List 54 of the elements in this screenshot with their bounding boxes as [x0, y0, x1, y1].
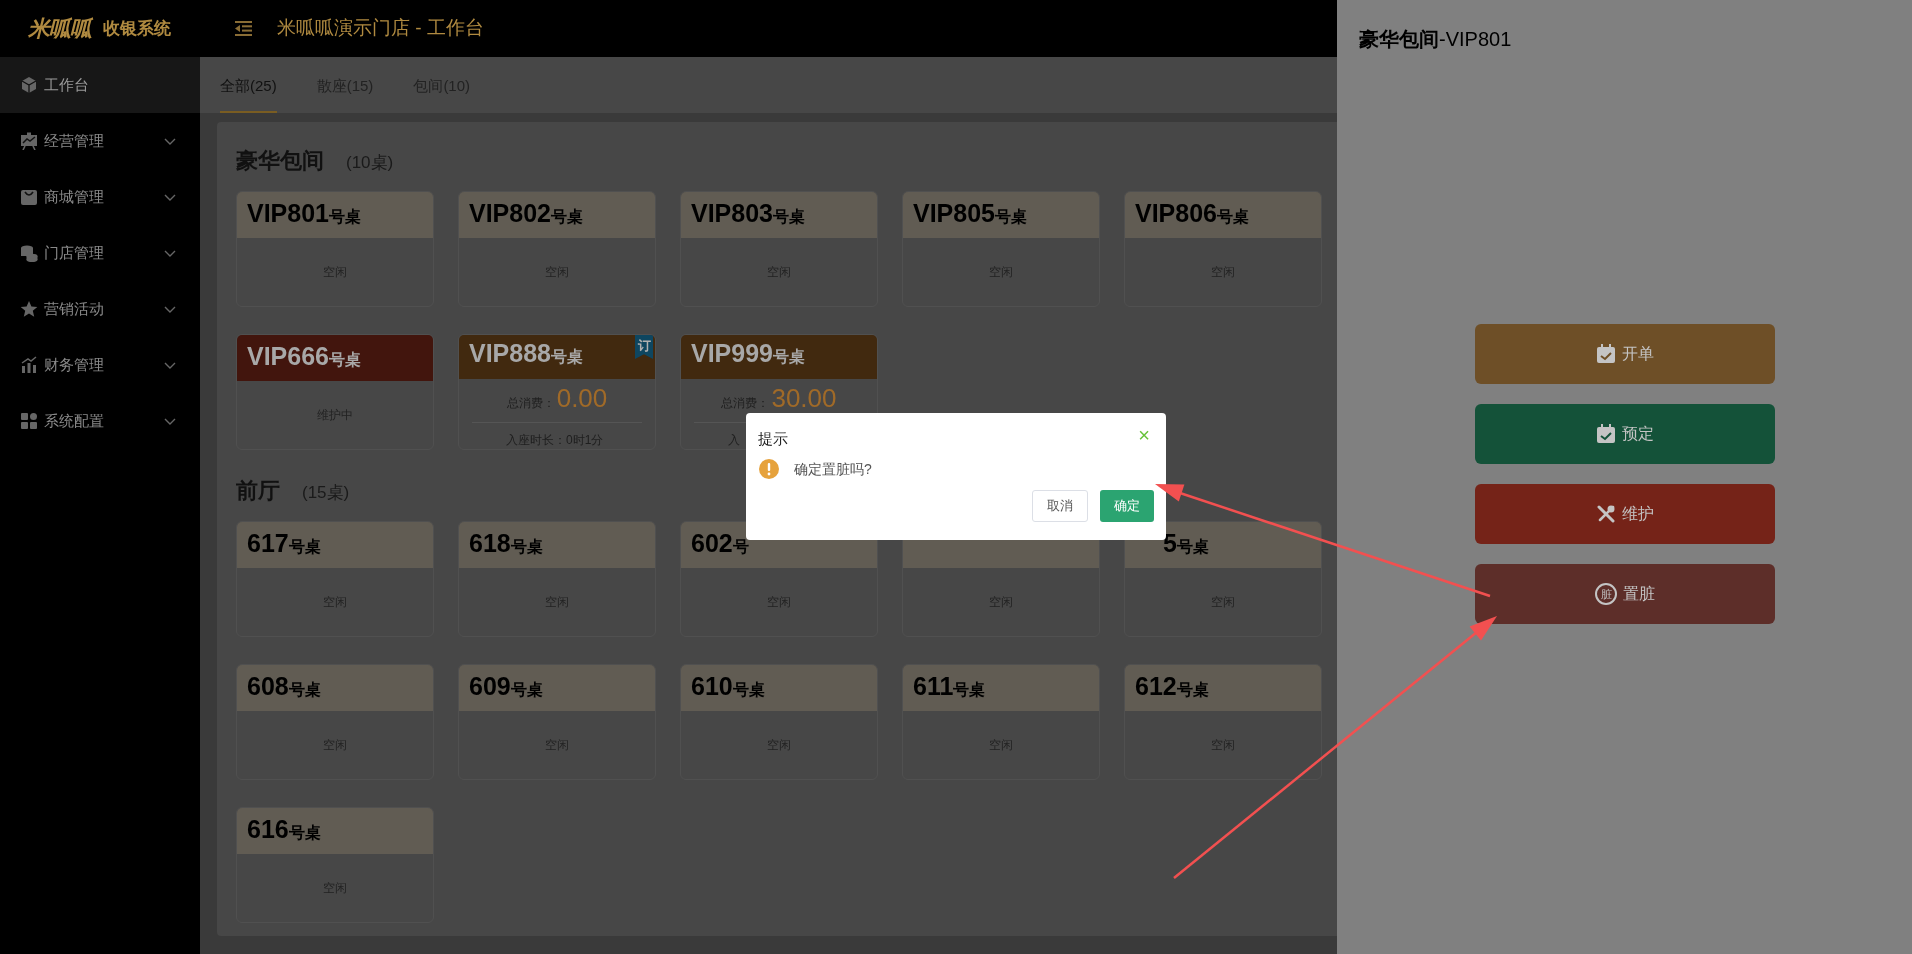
table-name: VIP666号桌 [247, 340, 361, 372]
chart-board-icon [20, 132, 38, 150]
action-button[interactable]: 预定 [1475, 404, 1775, 464]
table-name: 616号桌 [247, 813, 321, 845]
action-button[interactable]: 脏 置脏 [1475, 564, 1775, 624]
table-name: VIP999号桌 [691, 338, 805, 369]
page-title: 米呱呱演示门店 - 工作台 [277, 16, 484, 41]
shopping-bag-icon [20, 188, 38, 206]
confirm-button[interactable]: 确定 [1100, 489, 1154, 522]
cancel-button[interactable]: 取消 [1032, 489, 1088, 522]
bar-chart-icon [20, 356, 38, 374]
chevron-down-icon [164, 417, 176, 425]
action-button[interactable]: 维护 [1475, 484, 1775, 544]
logo: 米呱呱 [28, 15, 91, 43]
calendar-check-icon [1596, 424, 1616, 444]
table-name: VIP888号桌 [469, 338, 583, 369]
table-name: 5号桌 [1163, 527, 1209, 559]
table-name: VIP801号桌 [247, 197, 361, 229]
table-name: 602号 [691, 527, 749, 559]
action-button[interactable]: 开单 [1475, 324, 1775, 384]
cube-icon [20, 76, 38, 94]
table-name: 610号桌 [691, 670, 765, 702]
glyph-icon: 脏 [1595, 583, 1617, 605]
table-name: 612号桌 [1135, 670, 1209, 702]
warning-icon [759, 459, 779, 479]
table-name: 608号桌 [247, 670, 321, 702]
ribbon-badge: 订 [635, 335, 653, 359]
table-name: 617号桌 [247, 527, 321, 559]
chevron-down-icon [164, 305, 176, 313]
system-name: 收银系统 [102, 17, 171, 40]
chevron-down-icon [164, 137, 176, 145]
sidebar-item[interactable]: 工作台 [0, 57, 200, 113]
star-icon [20, 300, 38, 318]
chevron-down-icon [164, 249, 176, 257]
table-name: VIP803号桌 [691, 197, 805, 229]
spend-amount: 30.00 [771, 381, 837, 415]
chevron-down-icon [164, 361, 176, 369]
close-button[interactable]: × [1134, 425, 1154, 445]
drawer-title: 豪华包间-VIP801 [1359, 27, 1512, 52]
table-name: VIP802号桌 [469, 197, 583, 229]
table-name: 611号桌 [913, 670, 986, 702]
calendar-check-icon [1596, 344, 1616, 364]
grid-icon [20, 412, 38, 430]
table-name: 609号桌 [469, 670, 543, 702]
tools-icon [1596, 504, 1616, 524]
chevron-down-icon [164, 193, 176, 201]
dialog-title: 提示 [758, 429, 788, 449]
table-name: 618号桌 [469, 527, 543, 559]
table-name: VIP805号桌 [913, 197, 1027, 229]
coins-icon [20, 244, 38, 262]
table-name: VIP806号桌 [1135, 197, 1249, 229]
menu-fold-icon[interactable] [235, 21, 252, 36]
dialog-message: 确定置脏吗? [794, 459, 872, 479]
spend-amount: 0.00 [556, 381, 608, 415]
